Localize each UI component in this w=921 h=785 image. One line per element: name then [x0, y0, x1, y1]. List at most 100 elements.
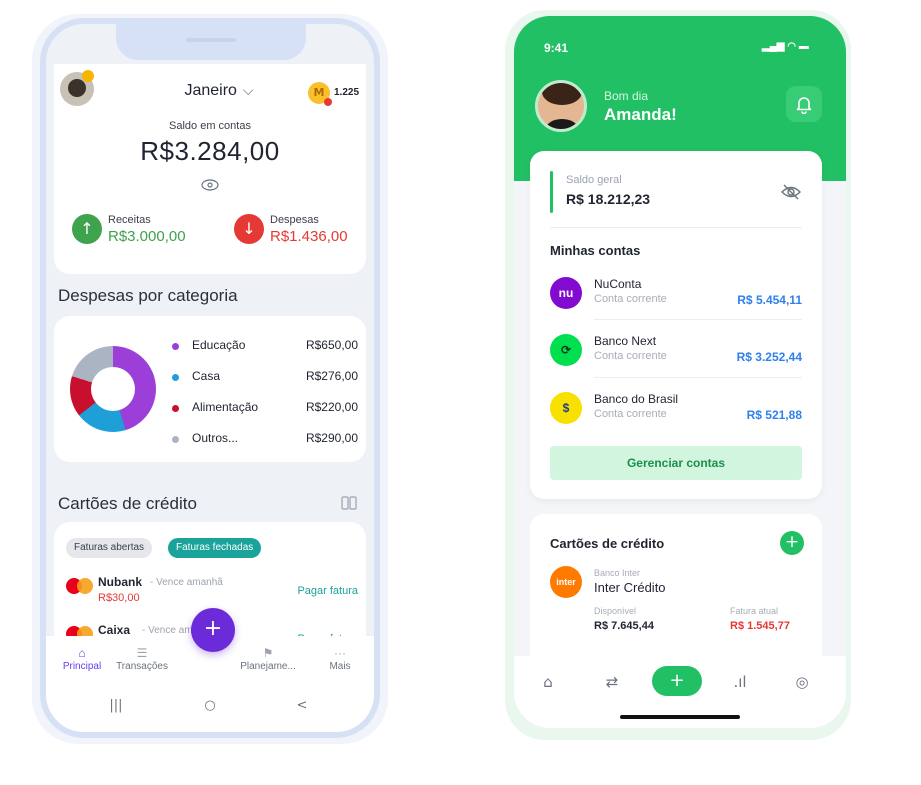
home-indicator	[620, 715, 740, 719]
section-title-categories: Despesas por categoria	[58, 286, 238, 305]
home-icon: ⌂	[78, 646, 86, 660]
add-button[interactable]: +	[652, 666, 702, 696]
legend-name: Casa	[192, 369, 221, 383]
legend-item[interactable]: Casa R$276,00	[172, 369, 358, 385]
tab-transacoes[interactable]: ☰ Transações	[110, 646, 174, 672]
available-value: R$ 7.645,44	[594, 620, 654, 632]
bill-label: Fatura atual	[730, 606, 779, 616]
tab-label: Mais	[329, 661, 351, 672]
card-bank-name: Caixa	[98, 623, 131, 637]
account-balance: R$ 5.454,11	[737, 293, 802, 307]
tab-label: Principal	[62, 661, 102, 672]
bell-icon	[796, 97, 812, 114]
account-name[interactable]: Banco Next	[594, 334, 656, 348]
legend-item[interactable]: Educação R$650,00	[172, 338, 358, 354]
back-icon[interactable]: <	[282, 698, 322, 713]
donut-hole	[91, 367, 135, 411]
legend-value: R$276,00	[305, 369, 358, 383]
account-balance: R$ 3.252,44	[736, 350, 802, 364]
accounts-card: Saldo geral R$ 18.212,23 Minhas contas n…	[530, 151, 822, 499]
tab-planejamento[interactable]: ⚑ Planejame...	[236, 646, 300, 672]
cards-view-icon[interactable]	[341, 496, 357, 510]
phone-notch	[116, 24, 306, 60]
legend-value: R$220,00	[305, 400, 358, 414]
account-type: Conta corrente	[594, 350, 667, 362]
recents-icon[interactable]: |||	[96, 698, 136, 713]
coin-icon[interactable]: M	[308, 82, 332, 106]
bill-value: R$ 1.545,77	[730, 620, 790, 632]
card-amount: R$30,00	[98, 592, 140, 604]
legend-dot	[172, 405, 179, 412]
chart-icon[interactable]: .ıl	[720, 670, 760, 694]
user-name: Amanda!	[604, 105, 677, 124]
add-button[interactable]: +	[191, 608, 235, 652]
eye-off-icon[interactable]	[780, 183, 802, 201]
tab-label: Transações	[116, 661, 168, 672]
transfer-icon[interactable]: ⇄	[592, 670, 632, 694]
chip-closed-bills[interactable]: Faturas fechadas	[168, 538, 262, 558]
account-type: Conta corrente	[594, 408, 667, 420]
divider	[594, 377, 802, 378]
status-icons: ▂▄▆ ◠ ▬	[762, 41, 809, 52]
expense-value: R$1.436,00	[270, 228, 348, 245]
account-name[interactable]: Banco do Brasil	[594, 392, 678, 406]
notifications-button[interactable]	[786, 86, 822, 122]
eye-icon[interactable]	[201, 179, 219, 191]
account-name[interactable]: NuConta	[594, 277, 641, 291]
legend-value: R$290,00	[305, 431, 358, 445]
income-value: R$3.000,00	[108, 228, 186, 245]
month-selector[interactable]: Janeiro ⌵	[164, 82, 274, 100]
card-due: - Vence amanhã	[150, 577, 223, 588]
avatar[interactable]	[535, 80, 587, 132]
balance-label: Saldo geral	[566, 174, 622, 186]
arrow-down-icon[interactable]: ↓	[234, 214, 264, 244]
tab-principal[interactable]: ⌂ Principal	[50, 646, 114, 672]
available-label: Disponível	[594, 606, 637, 616]
more-icon: ···	[334, 646, 346, 660]
arrow-up-icon[interactable]: ↑	[72, 214, 102, 244]
legend-item[interactable]: Outros... R$290,00	[172, 431, 358, 447]
income-label: Receitas	[108, 214, 151, 226]
greeting: Bom dia	[604, 89, 649, 103]
tab-label: Planejame...	[240, 661, 296, 672]
divider	[550, 227, 802, 228]
summary-card: Janeiro ⌵ M 1.225 Saldo em contas R$3.284…	[54, 64, 366, 274]
account-type: Conta corrente	[594, 293, 667, 305]
balance-value: R$3.284,00	[140, 136, 280, 166]
target-icon[interactable]: ◎	[782, 670, 822, 694]
nubank-logo-icon: nu	[550, 277, 582, 309]
tab-mais[interactable]: ··· Mais	[308, 646, 372, 672]
card-due: - Vence ama	[142, 625, 199, 636]
balance-accent-bar	[550, 171, 553, 213]
legend-name: Educação	[192, 338, 246, 352]
accounts-title: Minhas contas	[550, 243, 641, 258]
list-icon: ☰	[136, 646, 148, 660]
chevron-down-icon: ⌵	[242, 82, 254, 98]
legend-dot	[172, 436, 179, 443]
pay-bill-link[interactable]: Pagar fatura	[297, 585, 358, 597]
credit-cards-card: Cartões de crédito + inter Banco Inter I…	[530, 514, 822, 674]
legend-item[interactable]: Alimentação R$220,00	[172, 400, 358, 416]
balance-value: R$ 18.212,23	[566, 191, 651, 207]
balance-label: Saldo em contas	[169, 120, 251, 132]
home-icon[interactable]: ⌂	[528, 670, 568, 694]
mastercard-icon	[66, 578, 94, 594]
banco-do-brasil-logo-icon: $	[550, 392, 582, 424]
manage-accounts-button[interactable]: Gerenciar contas	[550, 446, 802, 480]
chip-open-bills[interactable]: Faturas abertas	[66, 538, 153, 558]
legend-name: Alimentação	[192, 400, 259, 414]
status-time: 9:41	[544, 41, 569, 55]
add-card-button[interactable]: +	[780, 531, 804, 555]
avatar-badge	[82, 70, 94, 82]
card-issuer: Banco Inter	[594, 568, 641, 578]
home-nav-icon[interactable]: ○	[190, 698, 230, 713]
phone1-screen: Janeiro ⌵ M 1.225 Saldo em contas R$3.284…	[40, 18, 380, 738]
legend-dot	[172, 374, 179, 381]
month-label: Janeiro	[184, 82, 237, 99]
phone2-screen: 9:41 ▂▄▆ ◠ ▬ Bom dia Amanda! Saldo geral…	[514, 16, 846, 728]
card-bank-name: Nubank	[98, 575, 143, 589]
divider	[594, 319, 802, 320]
categories-card[interactable]: Educação R$650,00 Casa R$276,00 Alimenta…	[54, 316, 366, 462]
card-name[interactable]: Inter Crédito	[594, 580, 666, 595]
inter-logo-icon: inter	[550, 566, 582, 598]
